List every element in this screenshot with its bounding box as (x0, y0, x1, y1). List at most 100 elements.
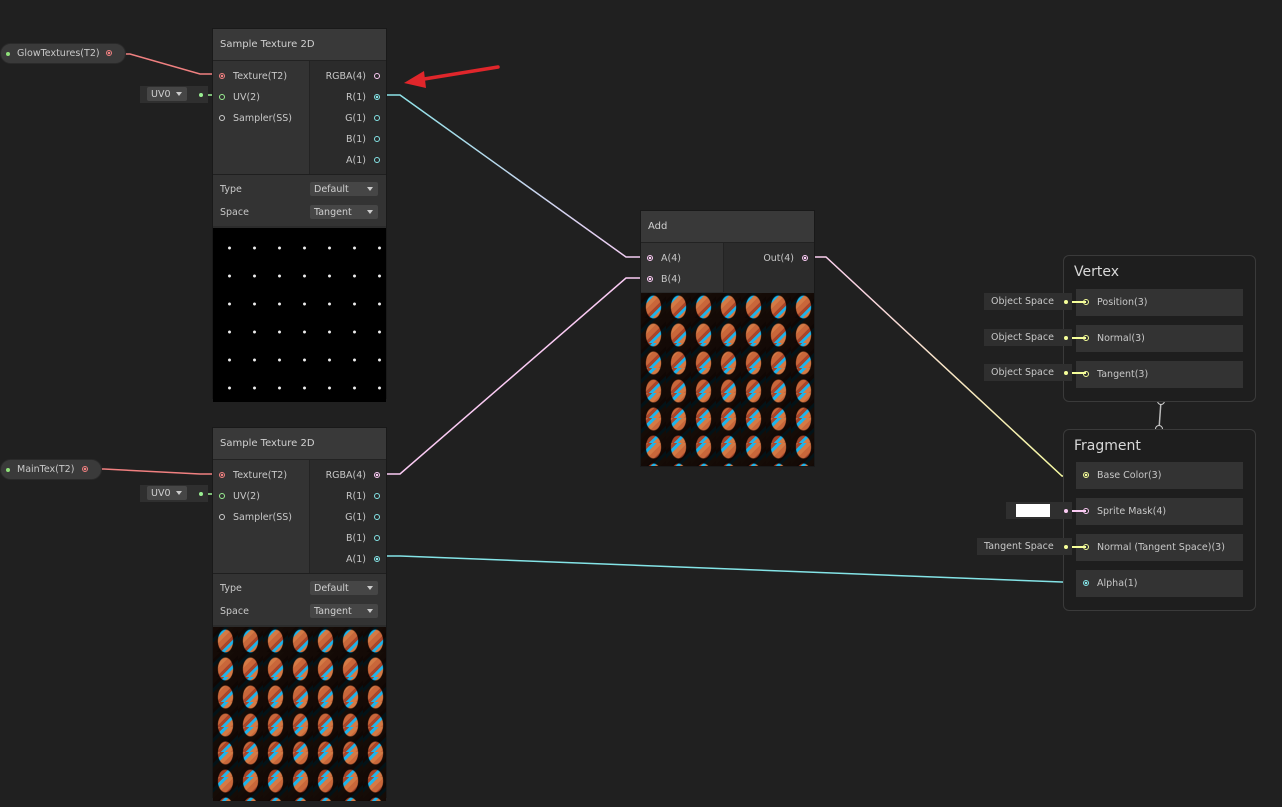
port-label: A(1) (346, 154, 366, 166)
sample-texture-node-glow[interactable]: Sample Texture 2D Texture(T2) UV(2) Sample… (212, 28, 387, 402)
vertex-context: Vertex Position(3) Normal(3) Tangent(3) (1063, 255, 1256, 402)
port-icon[interactable] (374, 535, 380, 541)
default-value: Object Space (991, 296, 1054, 307)
object-space-default[interactable]: Object Space (984, 293, 1086, 310)
sample-texture-node-main[interactable]: Sample Texture 2D Texture(T2) UV(2) Sample… (212, 427, 387, 801)
add-node[interactable]: Add A(4) B(4) Out(4) (640, 210, 815, 467)
port-icon[interactable] (1083, 472, 1089, 478)
output-port-icon[interactable] (106, 50, 112, 56)
input-port-row[interactable]: Sampler(SS) (219, 510, 292, 524)
input-port-a[interactable] (647, 255, 653, 261)
port-icon[interactable] (374, 136, 380, 142)
port-icon[interactable] (219, 115, 225, 121)
port-icon[interactable] (219, 73, 225, 79)
output-port-row[interactable]: RGBA(4) (326, 69, 380, 83)
slot-label: Position(3) (1097, 297, 1148, 308)
uv-channel-dropdown[interactable]: UV0 (147, 87, 187, 101)
vertex-slot[interactable]: Tangent(3) (1076, 361, 1243, 388)
output-port-row[interactable]: G(1) (345, 510, 380, 524)
uv-inline-input: UV0 (140, 485, 208, 502)
chevron-down-icon (367, 210, 373, 214)
port-icon[interactable] (219, 94, 225, 100)
port-icon[interactable] (219, 514, 225, 520)
port-icon[interactable] (374, 514, 380, 520)
type-label: Type (220, 184, 242, 195)
input-port-row[interactable]: UV(2) (219, 489, 260, 503)
uv-channel-dropdown[interactable]: UV0 (147, 486, 187, 500)
slot-label: Sprite Mask(4) (1097, 506, 1167, 517)
port-icon[interactable] (1083, 580, 1089, 586)
space-dropdown[interactable]: Tangent (310, 205, 378, 219)
slot-label: Normal (Tangent Space)(3) (1097, 542, 1225, 553)
port-label: B(4) (661, 273, 681, 285)
port-label: R(1) (345, 91, 366, 103)
node-title: Add (641, 211, 814, 242)
context-title: Fragment (1074, 438, 1141, 454)
output-port-row[interactable]: A(1) (346, 552, 380, 566)
space-value: Tangent (314, 605, 352, 617)
property-glowtextures[interactable]: GlowTextures(T2) (0, 43, 126, 64)
port-icon[interactable] (374, 556, 380, 562)
uv-inline-input: UV0 (140, 86, 208, 103)
object-space-default[interactable]: Object Space (984, 329, 1086, 346)
output-port-row[interactable]: B(1) (346, 531, 380, 545)
node-title: Sample Texture 2D (213, 428, 386, 459)
port-icon[interactable] (219, 493, 225, 499)
input-port-row[interactable]: Texture(T2) (219, 69, 287, 83)
vertex-slot[interactable]: Position(3) (1076, 289, 1243, 316)
color-swatch[interactable] (1016, 504, 1050, 517)
add-preview-image (641, 293, 814, 466)
default-value: Tangent Space (984, 541, 1054, 552)
texture-preview-image (213, 228, 386, 402)
property-label: MainTex(T2) (17, 464, 75, 475)
port-icon[interactable] (219, 472, 225, 478)
fragment-context: Fragment Base Color(3) Sprite Mask(4) Norm… (1063, 429, 1256, 611)
port-icon[interactable] (374, 73, 380, 79)
port-icon[interactable] (374, 472, 380, 478)
port-label: A(1) (346, 553, 366, 565)
type-dropdown[interactable]: Default (310, 182, 378, 196)
port-label: Sampler(SS) (233, 112, 292, 124)
annotation-arrow (404, 65, 500, 88)
input-port-row[interactable]: Sampler(SS) (219, 111, 292, 125)
wire-alpha (376, 555, 1087, 584)
port-icon[interactable] (374, 94, 380, 100)
fragment-slot[interactable]: Alpha(1) (1076, 570, 1243, 597)
port-label: G(1) (345, 112, 366, 124)
output-port-row[interactable]: RGBA(4) (326, 468, 380, 482)
port-icon[interactable] (374, 115, 380, 121)
type-dropdown[interactable]: Default (310, 581, 378, 595)
object-space-default[interactable]: Object Space (984, 364, 1086, 381)
input-port-b[interactable] (647, 276, 653, 282)
chevron-down-icon (176, 491, 182, 495)
output-port-icon[interactable] (82, 466, 88, 472)
output-port-out[interactable] (802, 255, 808, 261)
output-port-row[interactable]: R(1) (346, 489, 380, 503)
port-label: B(1) (346, 133, 366, 145)
property-dot-icon (6, 468, 10, 472)
uv-value: UV0 (151, 487, 171, 499)
property-maintex[interactable]: MainTex(T2) (0, 459, 102, 480)
space-label: Space (220, 606, 249, 617)
output-port-row[interactable]: G(1) (345, 111, 380, 125)
vertex-slot[interactable]: Normal(3) (1076, 325, 1243, 352)
port-icon[interactable] (374, 157, 380, 163)
fragment-slot[interactable]: Sprite Mask(4) (1076, 498, 1243, 525)
output-port-row[interactable]: R(1) (346, 90, 380, 104)
space-dropdown[interactable]: Tangent (310, 604, 378, 618)
input-port-row[interactable]: UV(2) (219, 90, 260, 104)
context-title: Vertex (1074, 264, 1120, 280)
chevron-down-icon (367, 586, 373, 590)
port-label: G(1) (345, 511, 366, 523)
input-port-row[interactable]: Texture(T2) (219, 468, 287, 482)
fragment-slot[interactable]: Normal (Tangent Space)(3) (1076, 534, 1243, 561)
sprite-mask-color-default[interactable] (1006, 502, 1086, 519)
port-label: Out(4) (763, 252, 794, 264)
tangent-space-default[interactable]: Tangent Space (977, 538, 1086, 555)
type-value: Default (314, 183, 349, 195)
output-port-row[interactable]: B(1) (346, 132, 380, 146)
port-icon[interactable] (374, 493, 380, 499)
fragment-slot[interactable]: Base Color(3) (1076, 462, 1243, 489)
output-port-row[interactable]: A(1) (346, 153, 380, 167)
port-label: A(4) (661, 252, 681, 264)
